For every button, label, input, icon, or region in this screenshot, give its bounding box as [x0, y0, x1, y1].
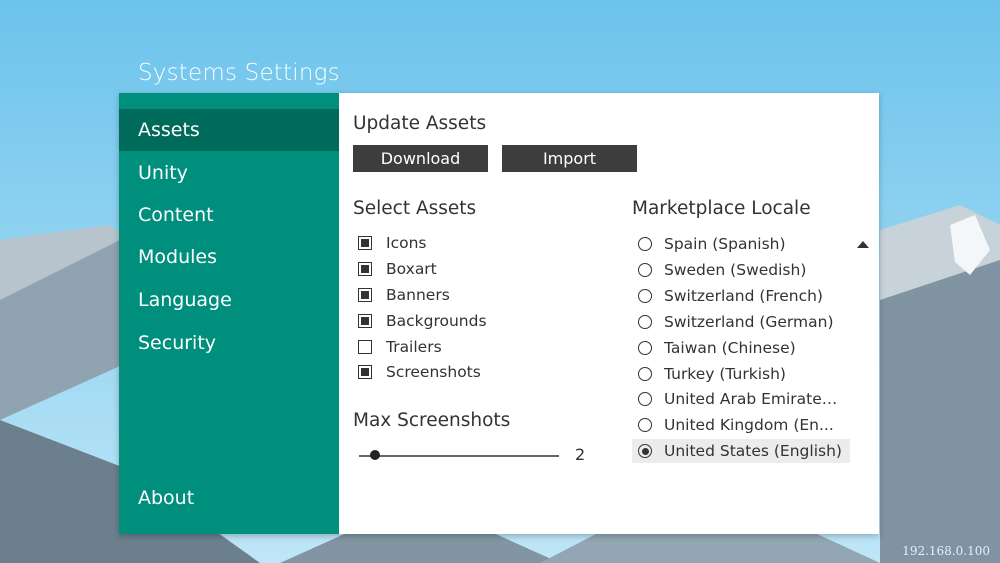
locale-option[interactable]: United Kingdom (En... — [632, 413, 850, 437]
checkbox-label: Banners — [386, 286, 450, 304]
settings-panel: Assets Unity Content Modules Language Se… — [119, 93, 879, 534]
locale-label: Turkey (Turkish) — [664, 365, 786, 383]
radio-icon[interactable] — [638, 315, 652, 329]
locale-label: Sweden (Swedish) — [664, 261, 807, 279]
sidebar-item-modules[interactable]: Modules — [119, 236, 339, 278]
checkbox-icon[interactable] — [358, 236, 372, 250]
radio-icon[interactable] — [638, 341, 652, 355]
select-assets-heading: Select Assets — [353, 198, 477, 219]
locale-label: United States (English) — [664, 442, 842, 460]
update-assets-heading: Update Assets — [353, 113, 487, 134]
locale-option[interactable]: Turkey (Turkish) — [632, 362, 850, 386]
checkbox-icon[interactable] — [358, 365, 372, 379]
checkbox-icon[interactable] — [358, 340, 372, 354]
checkbox-label: Trailers — [386, 338, 442, 356]
radio-icon[interactable] — [638, 237, 652, 251]
radio-selected-icon[interactable] — [638, 444, 652, 458]
radio-icon[interactable] — [638, 418, 652, 432]
sidebar-item-about[interactable]: About — [119, 477, 339, 519]
checkbox-icon[interactable] — [358, 314, 372, 328]
locale-label: Switzerland (French) — [664, 287, 823, 305]
download-button[interactable]: Download — [353, 145, 488, 172]
radio-icon[interactable] — [638, 289, 652, 303]
max-screenshots-heading: Max Screenshots — [353, 410, 511, 431]
sidebar-item-content[interactable]: Content — [119, 194, 339, 236]
sidebar-item-language[interactable]: Language — [119, 279, 339, 321]
checkbox-label: Screenshots — [386, 363, 481, 381]
locale-label: United Arab Emirates... — [664, 390, 844, 408]
locale-label: United Kingdom (En... — [664, 416, 834, 434]
checkbox-label: Icons — [386, 234, 427, 252]
max-screenshots-value: 2 — [575, 445, 586, 464]
scroll-up-icon[interactable] — [857, 241, 869, 248]
slider-thumb[interactable] — [369, 450, 380, 460]
page-title: Systems Settings — [138, 60, 340, 86]
locale-option[interactable]: Switzerland (French) — [632, 284, 850, 308]
locale-option[interactable]: Taiwan (Chinese) — [632, 336, 850, 360]
checkbox-icon[interactable] — [358, 288, 372, 302]
locale-option[interactable]: Spain (Spanish) — [632, 232, 850, 256]
checkbox-label: Boxart — [386, 260, 437, 278]
radio-icon[interactable] — [638, 263, 652, 277]
checkbox-label: Backgrounds — [386, 312, 487, 330]
sidebar-item-security[interactable]: Security — [119, 322, 339, 364]
locale-option[interactable]: Sweden (Swedish) — [632, 258, 850, 282]
locale-label: Switzerland (German) — [664, 313, 834, 331]
radio-icon[interactable] — [638, 392, 652, 406]
ip-address: 192.168.0.100 — [902, 544, 990, 558]
locale-option-selected[interactable]: United States (English) — [632, 439, 850, 463]
locale-label: Spain (Spanish) — [664, 235, 786, 253]
import-button[interactable]: Import — [502, 145, 637, 172]
marketplace-locale-heading: Marketplace Locale — [632, 198, 811, 219]
radio-icon[interactable] — [638, 367, 652, 381]
locale-option[interactable]: Switzerland (German) — [632, 310, 850, 334]
checkbox-icon[interactable] — [358, 262, 372, 276]
locale-option[interactable]: United Arab Emirates... — [632, 387, 850, 411]
sidebar: Assets Unity Content Modules Language Se… — [119, 93, 339, 534]
assets-settings-content: Update Assets Download Import Select Ass… — [339, 93, 879, 534]
locale-label: Taiwan (Chinese) — [664, 339, 796, 357]
sidebar-item-unity[interactable]: Unity — [119, 152, 339, 194]
sidebar-item-assets[interactable]: Assets — [119, 109, 339, 151]
max-screenshots-slider[interactable] — [359, 455, 559, 457]
